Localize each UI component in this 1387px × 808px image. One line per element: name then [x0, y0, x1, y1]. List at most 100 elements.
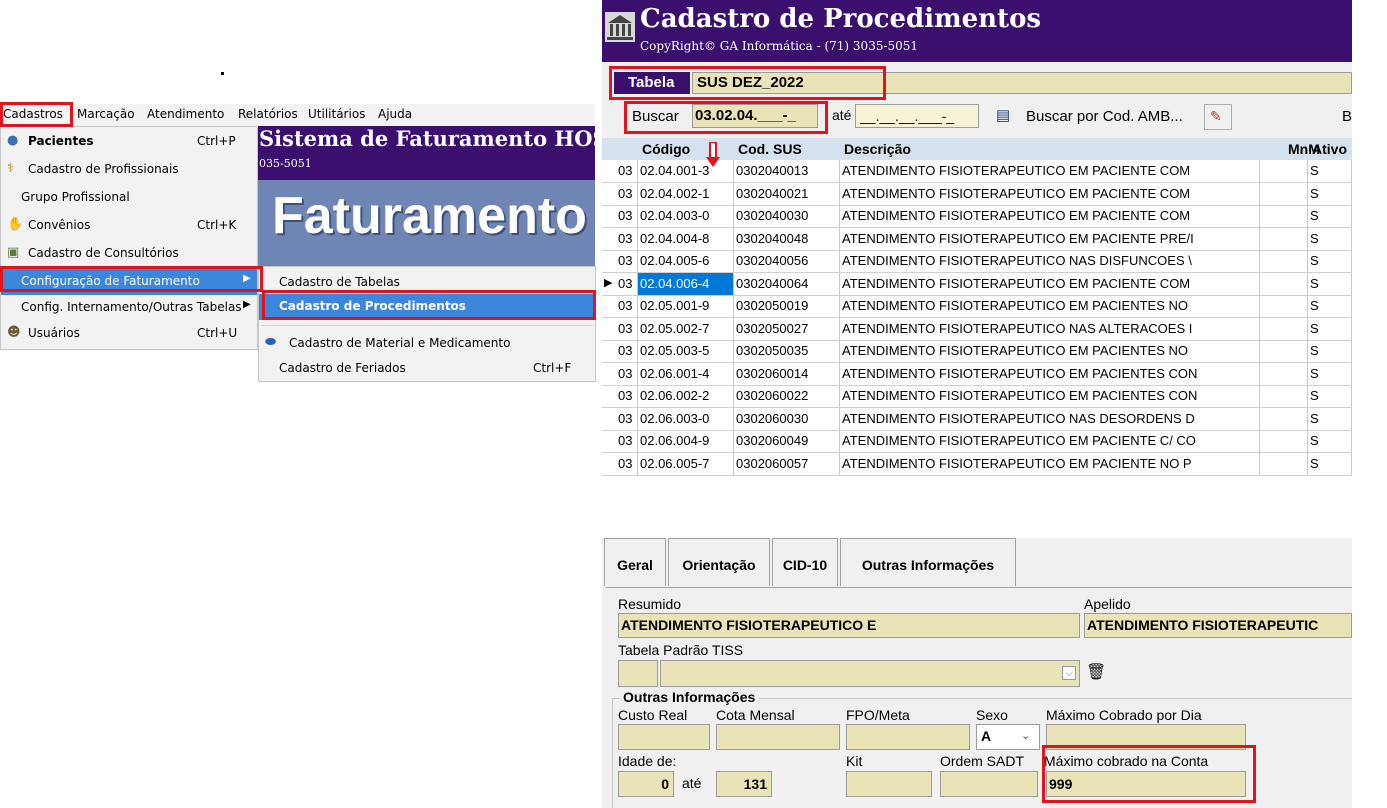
- menu-marcacao[interactable]: Marcação: [77, 107, 135, 121]
- column-cod-sus[interactable]: Cod. SUS: [738, 141, 802, 157]
- menu-item-grupo-profissional[interactable]: Grupo Profissional: [1, 185, 257, 211]
- table-row[interactable]: 03 02.06.004-9 0302060049 ATENDIMENTO FISIO…: [602, 430, 1352, 453]
- menu-item-convenios[interactable]: ✋ Convênios Ctrl+K: [1, 213, 257, 239]
- menu-item-profissionais[interactable]: ⚕ Cadastro de Profissionais: [1, 157, 257, 183]
- tabela-field[interactable]: SUS DEZ_2022: [692, 72, 1352, 94]
- ate-field[interactable]: __.__.__.___-_: [855, 104, 979, 128]
- detail-tabs: Geral Orientação CID-10 Outras Informaçõ…: [602, 538, 1352, 588]
- table-row[interactable]: 03 02.05.003-5 0302050035 ATENDIMENTO FISIO…: [602, 340, 1352, 363]
- grid-cell-desc: ATENDIMENTO FISIOTERAPEUTICO EM PACIENTE…: [840, 205, 1260, 227]
- grid-cell-mnm: [1260, 407, 1308, 430]
- submenu-item-cadastro-tabelas[interactable]: Cadastro de Tabelas: [259, 270, 595, 296]
- grid-cell-desc: ATENDIMENTO FISIOTERAPEUTICO NAS DISFUNC…: [840, 250, 1260, 272]
- trash-icon[interactable]: 🗑: [1086, 664, 1106, 682]
- grid-cell-sus: 0302050027: [734, 317, 840, 340]
- ordem-sadt-label: Ordem SADT: [940, 753, 1025, 769]
- truncated-b-label: B: [1342, 108, 1352, 125]
- menu-item-pacientes[interactable]: ● Pacientes Ctrl+P: [1, 129, 257, 155]
- submenu-item-material-medicamento[interactable]: ⬬ Cadastro de Material e Medicamento: [259, 331, 595, 357]
- background-app-title: Sistema de Faturamento HOSP: [259, 126, 595, 151]
- menu-ajuda[interactable]: Ajuda: [378, 107, 412, 121]
- grid-cell-desc: ATENDIMENTO FISIOTERAPEUTICO NAS DESORDE…: [840, 407, 1260, 430]
- column-codigo[interactable]: Código: [642, 141, 690, 157]
- grid-cell-grp: 03: [616, 182, 638, 205]
- table-row[interactable]: 03 02.04.004-8 0302040048 ATENDIMENTO FISIO…: [602, 227, 1352, 251]
- grid-cell-ativo: S: [1308, 272, 1352, 295]
- maximo-dia-field[interactable]: [1046, 724, 1246, 750]
- custo-real-field[interactable]: [618, 724, 710, 750]
- menu-relatorios[interactable]: Relatórios: [238, 107, 298, 121]
- tiss-select[interactable]: [660, 660, 1080, 687]
- menu-item-config-internamento[interactable]: Config. Internamento/Outras Tabelas ▶: [1, 295, 257, 321]
- table-row[interactable]: 03 02.06.003-0 0302060030 ATENDIMENTO FISIO…: [602, 407, 1352, 431]
- table-row[interactable]: 03 02.05.002-7 0302050027 ATENDIMENTO FISIO…: [602, 317, 1352, 341]
- apelido-field[interactable]: ATENDIMENTO FISIOTERAPEUTIC: [1084, 613, 1352, 638]
- menu-item-configuracao-faturamento[interactable]: Configuração de Faturamento ▶: [1, 269, 257, 295]
- grid-cell-ativo: S: [1308, 362, 1352, 385]
- table-row[interactable]: 03 02.06.005-7 0302060057 ATENDIMENTO FISIO…: [602, 452, 1352, 476]
- procedimentos-title: Cadastro de Procedimentos: [640, 4, 1042, 34]
- table-row[interactable]: 03 02.04.002-1 0302040021 ATENDIMENTO FISIO…: [602, 182, 1352, 206]
- grid-cell-grp: 03: [616, 430, 638, 452]
- idade-de-field[interactable]: 0: [618, 771, 674, 797]
- handshake-icon: ✋: [7, 217, 24, 232]
- grid-cell-sus: 0302040021: [734, 182, 840, 205]
- grid-cell-ativo: S: [1308, 295, 1352, 317]
- grid-cell-desc: ATENDIMENTO FISIOTERAPEUTICO EM PACIENTE…: [840, 227, 1260, 250]
- submenu-item-feriados[interactable]: Cadastro de Feriados Ctrl+F: [259, 356, 595, 382]
- idade-ate-field[interactable]: 131: [716, 771, 772, 797]
- grid-cell-ativo: S: [1308, 340, 1352, 362]
- menu-cadastros[interactable]: Cadastros: [3, 107, 63, 121]
- menu-item-usuarios[interactable]: ☻ Usuários Ctrl+U: [1, 321, 257, 347]
- splitter-gap: [602, 512, 1352, 538]
- table-row[interactable]: 03 02.04.003-0 0302040030 ATENDIMENTO FISIO…: [602, 205, 1352, 228]
- grid-cell-codigo: 02.04.004-8: [638, 227, 734, 250]
- tab-geral[interactable]: Geral: [604, 538, 666, 586]
- buscar-amb-label[interactable]: Buscar por Cod. AMB...: [1026, 108, 1183, 125]
- menu-atendimento[interactable]: Atendimento: [147, 107, 224, 121]
- clear-search-button[interactable]: ✎: [1204, 104, 1232, 130]
- grid-cell-codigo: 02.06.005-7: [638, 452, 734, 475]
- maximo-dia-label: Máximo Cobrado por Dia: [1046, 707, 1202, 723]
- column-ativo[interactable]: Ativo: [1312, 141, 1347, 157]
- sexo-select[interactable]: A ⌄: [976, 724, 1040, 750]
- tab-outras-informacoes[interactable]: Outras Informações: [840, 538, 1016, 586]
- ordem-sadt-field[interactable]: [940, 771, 1038, 797]
- tiss-code-field[interactable]: [618, 660, 658, 687]
- menu-item-consultorios[interactable]: ▣ Cadastro de Consultórios: [1, 241, 257, 267]
- grid-cell-sus: 0302060057: [734, 452, 840, 475]
- table-row[interactable]: 03 02.05.001-9 0302050019 ATENDIMENTO FISIO…: [602, 295, 1352, 318]
- tab-orientacao[interactable]: Orientação: [668, 538, 770, 586]
- grid-cell-grp: 03: [616, 407, 638, 430]
- menu-bar: Cadastros Marcação Atendimento Relatório…: [0, 104, 595, 126]
- grid-cell-desc: ATENDIMENTO FISIOTERAPEUTICO EM PACIENTE…: [840, 160, 1260, 182]
- maximo-conta-field[interactable]: 999: [1046, 771, 1246, 797]
- table-row[interactable]: ▶ 03 02.04.006-4 0302040064 ATENDIMENTO FISI…: [602, 272, 1352, 296]
- users-icon: ☻: [7, 325, 21, 340]
- column-descricao[interactable]: Descrição: [844, 141, 911, 157]
- background-app-phone: 035-5051: [259, 157, 312, 170]
- cota-mensal-field[interactable]: [716, 724, 840, 750]
- resumido-label: Resumido: [618, 596, 682, 612]
- submenu-item-cadastro-procedimentos[interactable]: Cadastro de Procedimentos: [259, 294, 595, 320]
- grid-cell-desc: ATENDIMENTO FISIOTERAPEUTICO EM PACIENTE…: [840, 430, 1260, 452]
- table-row[interactable]: 03 02.04.005-6 0302040056 ATENDIMENTO FISIO…: [602, 250, 1352, 273]
- kit-label: Kit: [846, 753, 863, 769]
- buscar-field[interactable]: 03.02.04.___-_: [692, 104, 818, 128]
- chevron-down-icon: ⌄: [1021, 730, 1031, 742]
- chevron-down-icon[interactable]: ⌵: [1062, 666, 1076, 680]
- grid-cell-desc: ATENDIMENTO FISIOTERAPEUTICO EM PACIENTE…: [840, 452, 1260, 475]
- binoculars-icon[interactable]: ▤: [996, 107, 1014, 125]
- fpo-meta-field[interactable]: [846, 724, 970, 750]
- sexo-label: Sexo: [976, 707, 1008, 723]
- table-row[interactable]: 03 02.06.001-4 0302060014 ATENDIMENTO FISIO…: [602, 362, 1352, 386]
- grid-cell-grp: 03: [616, 160, 638, 182]
- grid-cell-mnm: [1260, 452, 1308, 475]
- splitter[interactable]: [602, 490, 1352, 523]
- tab-cid10[interactable]: CID-10: [772, 538, 838, 586]
- kit-field[interactable]: [846, 771, 932, 797]
- menu-utilitarios[interactable]: Utilitários: [308, 107, 365, 121]
- table-row[interactable]: 03 02.06.002-2 0302060022 ATENDIMENTO FISIO…: [602, 385, 1352, 408]
- resumido-field[interactable]: ATENDIMENTO FISIOTERAPEUTICO E: [618, 613, 1080, 638]
- fpo-meta-label: FPO/Meta: [846, 707, 910, 723]
